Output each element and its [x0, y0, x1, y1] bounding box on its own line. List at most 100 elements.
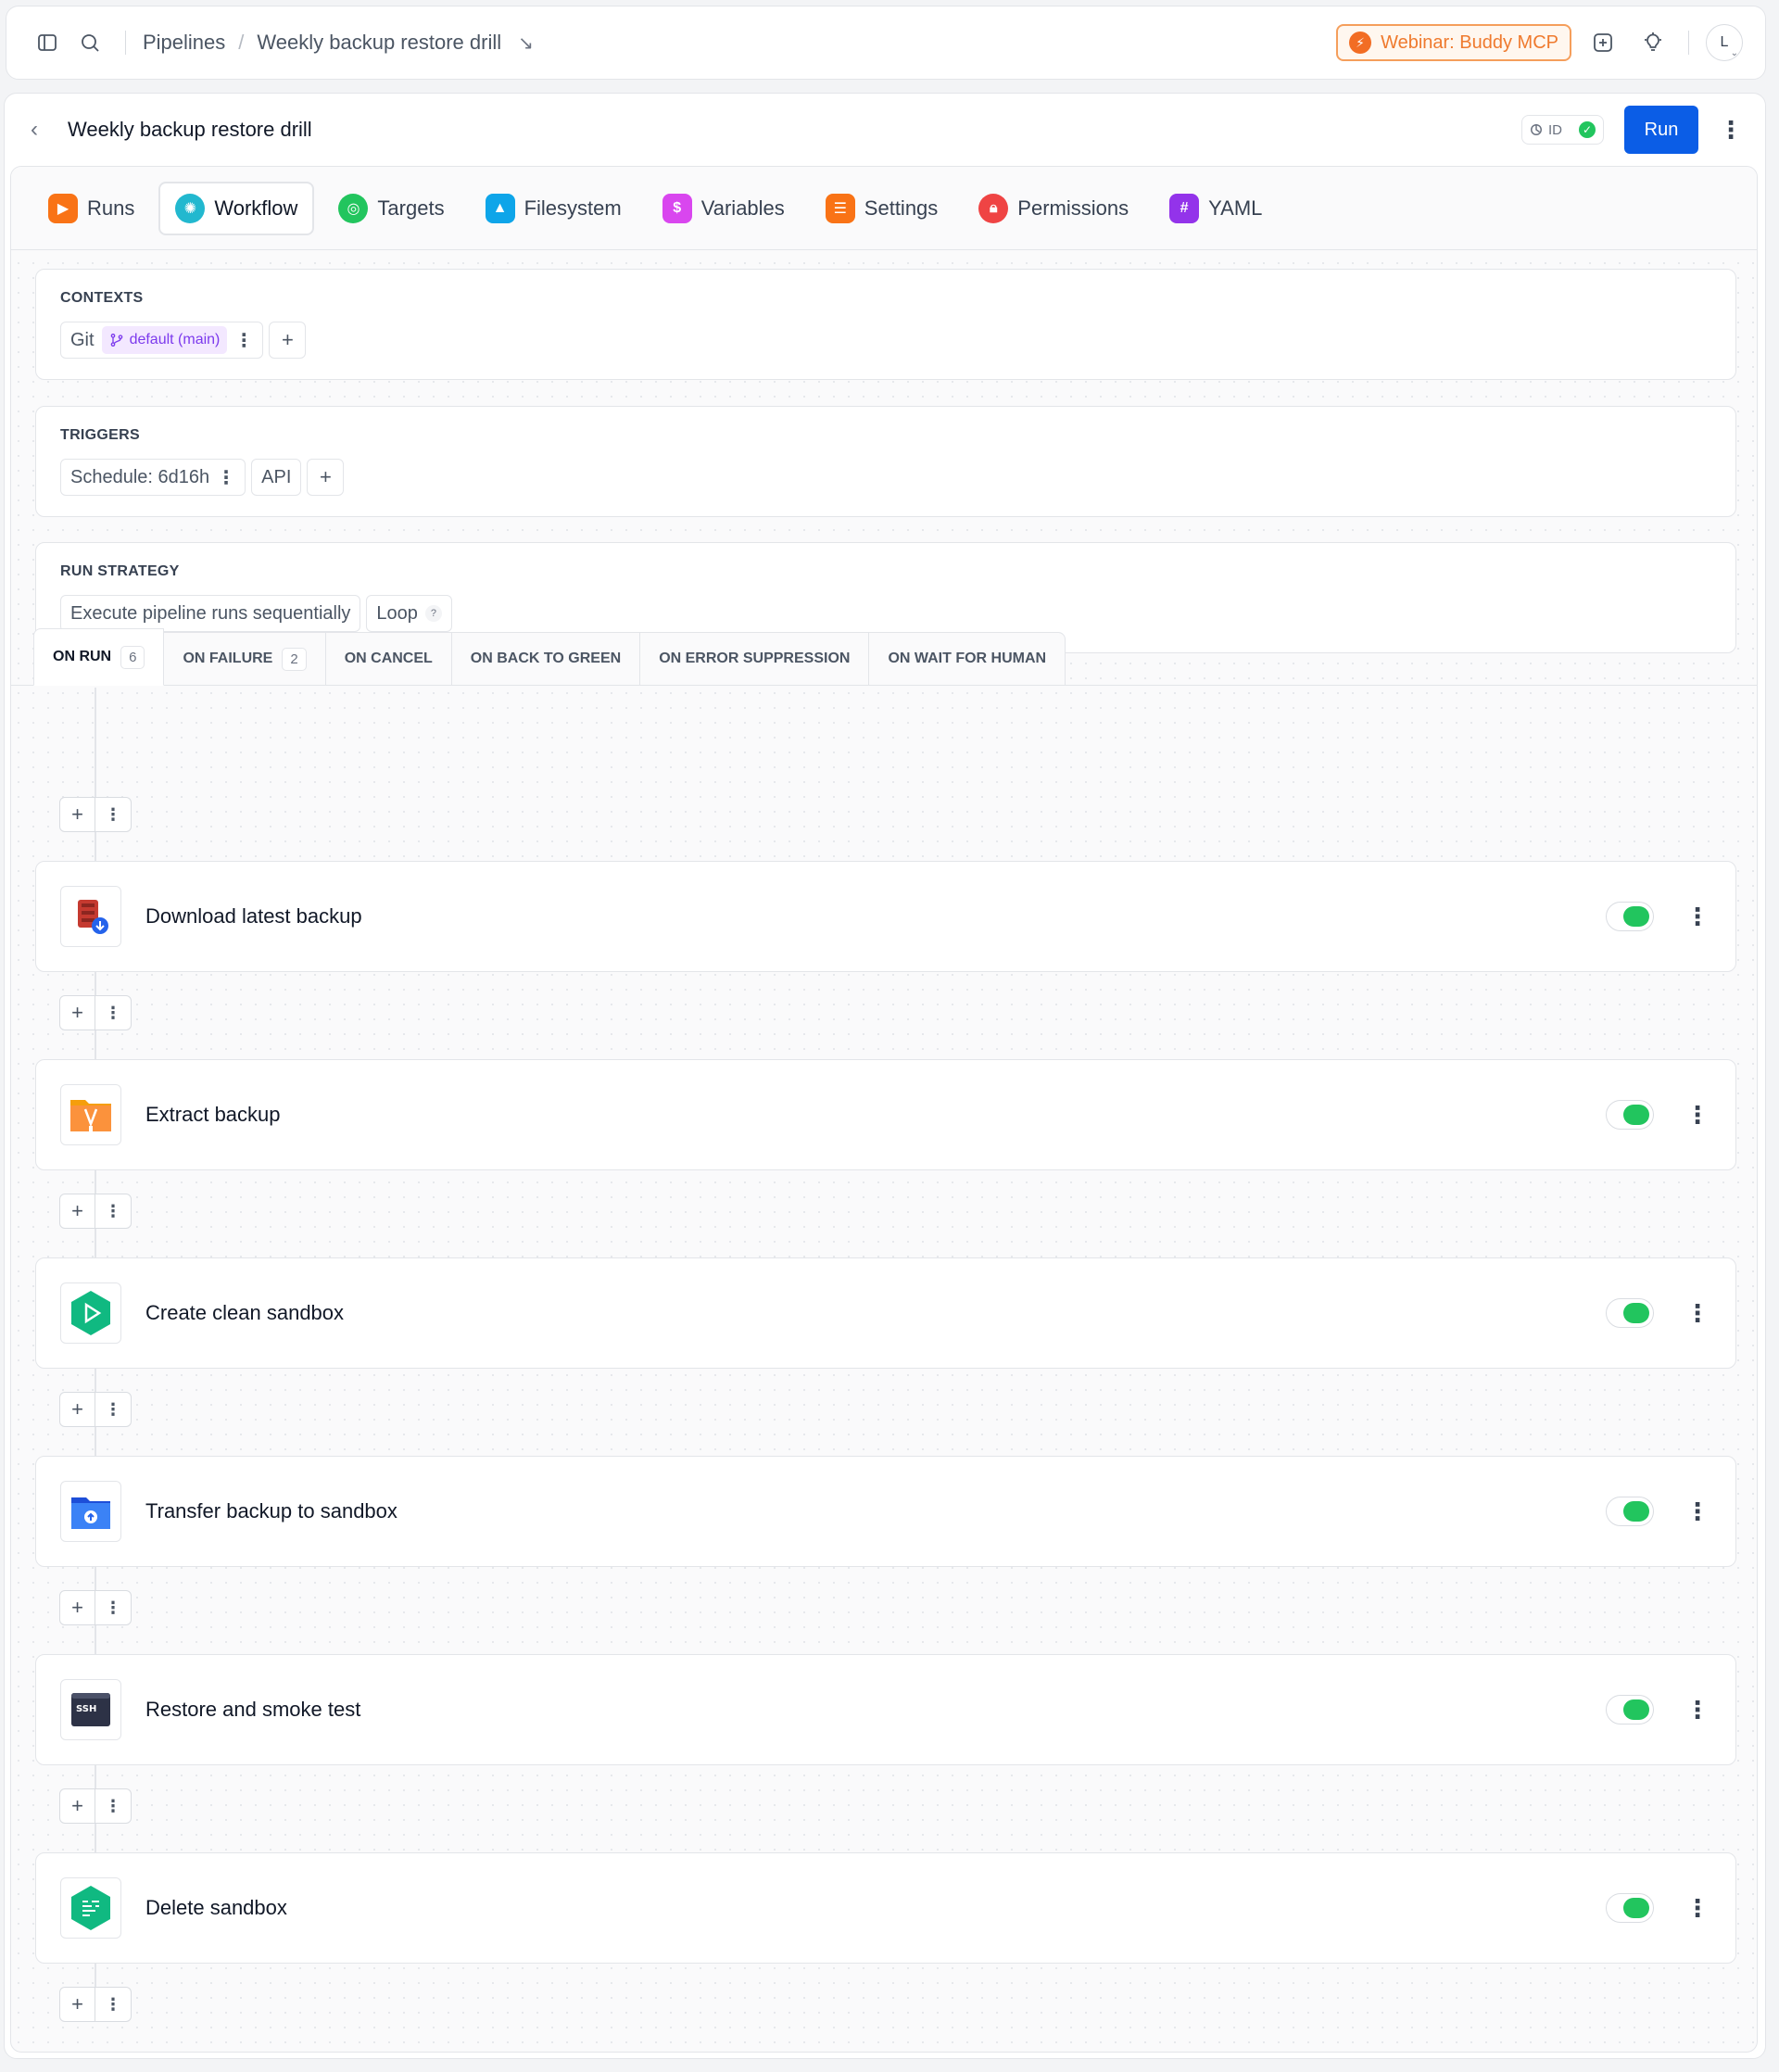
more-options-icon[interactable]: ⋮	[1685, 1698, 1710, 1722]
breadcrumb-separator: /	[238, 31, 245, 54]
toggle-knob	[1623, 1105, 1649, 1125]
s3-download-icon	[60, 886, 121, 947]
webinar-label: Webinar: Buddy MCP	[1381, 32, 1558, 53]
more-options-icon[interactable]: ⋮	[1685, 1103, 1710, 1127]
tab-on-cancel[interactable]: ON CANCEL	[325, 632, 452, 686]
tab-targets[interactable]: ◎ Targets	[322, 182, 461, 235]
branch-name: default (main)	[129, 332, 221, 347]
more-options-icon[interactable]: ⋮	[95, 1591, 131, 1624]
tab-on-wait-for-human[interactable]: ON WAIT FOR HUMAN	[869, 632, 1066, 686]
tab-label: Filesystem	[524, 196, 622, 220]
add-action-button[interactable]: +	[60, 996, 96, 1030]
api-trigger-chip[interactable]: API	[251, 459, 302, 496]
more-options-icon[interactable]: ⋮	[95, 1789, 131, 1823]
id-button[interactable]: ID ✓	[1521, 115, 1604, 145]
action-toggle[interactable]	[1606, 1497, 1654, 1526]
tab-settings[interactable]: ☰ Settings	[809, 182, 955, 235]
branch-badge[interactable]: default (main)	[101, 326, 228, 354]
help-icon[interactable]: ?	[424, 605, 442, 622]
filesystem-icon: ▲	[485, 193, 515, 223]
git-context-chip[interactable]: Git default (main) ⋮	[60, 322, 264, 359]
more-options-icon[interactable]: ⋮	[1719, 118, 1743, 142]
add-action-button[interactable]: +	[60, 1591, 96, 1624]
workflow-area: ▶ Runs ✺ Workflow ◎ Targets ▲ Filesystem…	[10, 166, 1758, 2053]
more-options-icon[interactable]: ⋮	[217, 466, 235, 489]
tab-label: Permissions	[1017, 196, 1129, 220]
settings-icon: ☰	[825, 193, 855, 223]
tab-on-error-suppression[interactable]: ON ERROR SUPPRESSION	[640, 632, 870, 686]
action-toggle[interactable]	[1606, 1695, 1654, 1725]
more-options-icon[interactable]: ⋮	[95, 1194, 131, 1228]
avatar[interactable]: L ⌄	[1706, 24, 1743, 61]
runs-icon: ▶	[48, 193, 78, 223]
toggle-knob	[1623, 1501, 1649, 1522]
tab-label: ON BACK TO GREEN	[470, 651, 622, 666]
arrow-down-right-icon[interactable]: ↘	[518, 32, 534, 55]
add-trigger-button[interactable]: +	[307, 459, 345, 496]
lightbulb-icon[interactable]	[1634, 24, 1672, 61]
tab-label: Settings	[864, 196, 939, 220]
add-action-button[interactable]: +	[60, 798, 96, 831]
action-card[interactable]: Create clean sandbox ⋮	[35, 1257, 1736, 1369]
title-bar: ‹ Weekly backup restore drill ID ✓ Run ⋮	[5, 94, 1765, 166]
add-action-button[interactable]: +	[60, 1194, 96, 1228]
add-action-button[interactable]: +	[60, 1789, 96, 1823]
more-options-icon[interactable]: ⋮	[1685, 904, 1710, 929]
git-label: Git	[70, 329, 95, 350]
tab-permissions[interactable]: 🔒︎ Permissions	[962, 182, 1145, 235]
tab-label: Variables	[700, 196, 785, 220]
breadcrumb-current[interactable]: Weekly backup restore drill	[257, 31, 501, 55]
more-options-icon[interactable]: ⋮	[95, 1393, 131, 1426]
more-options-icon[interactable]: ⋮	[1685, 1499, 1710, 1523]
tab-on-run[interactable]: ON RUN 6	[33, 628, 165, 686]
run-mode-chip[interactable]: Execute pipeline runs sequentially	[60, 595, 361, 632]
more-options-icon[interactable]: ⋮	[95, 798, 131, 831]
workflow-icon: ✺	[175, 193, 206, 223]
action-card[interactable]: SSH Restore and smoke test ⋮	[35, 1654, 1736, 1765]
contexts-section: CONTEXTS Git default (main) ⋮ +	[35, 269, 1736, 380]
more-options-icon[interactable]: ⋮	[234, 329, 253, 352]
more-options-icon[interactable]: ⋮	[95, 1988, 131, 2021]
add-action-button[interactable]: +	[60, 1988, 96, 2021]
action-card[interactable]: Delete sandbox ⋮	[35, 1852, 1736, 1964]
back-chevron-icon[interactable]: ‹	[31, 117, 58, 143]
id-label: ID	[1548, 121, 1562, 138]
add-action-button[interactable]: +	[60, 1393, 96, 1426]
variables-icon: $	[662, 193, 692, 223]
action-toggle[interactable]	[1606, 1298, 1654, 1328]
tab-workflow[interactable]: ✺ Workflow	[158, 181, 315, 235]
tab-runs[interactable]: ▶ Runs	[32, 182, 151, 235]
section-label: CONTEXTS	[60, 290, 144, 306]
tab-filesystem[interactable]: ▲ Filesystem	[469, 182, 638, 235]
breadcrumb-pipelines[interactable]: Pipelines	[143, 31, 225, 55]
copy-icon	[1531, 124, 1542, 135]
add-action-control: + ⋮	[59, 1194, 132, 1229]
more-options-icon[interactable]: ⋮	[1685, 1896, 1710, 1920]
action-name: Extract backup	[145, 1103, 281, 1126]
action-card[interactable]: Download latest backup ⋮	[35, 861, 1736, 972]
action-toggle[interactable]	[1606, 1893, 1654, 1923]
tab-label: ON FAILURE	[183, 651, 273, 666]
sidebar-toggle-icon[interactable]	[29, 24, 66, 61]
tab-variables[interactable]: $ Variables	[646, 182, 801, 235]
more-options-icon[interactable]: ⋮	[95, 996, 131, 1030]
tab-on-failure[interactable]: ON FAILURE 2	[164, 632, 326, 686]
tab-on-back-to-green[interactable]: ON BACK TO GREEN	[451, 632, 641, 686]
tab-yaml[interactable]: # YAML	[1153, 182, 1279, 235]
tab-label: ON RUN	[53, 649, 112, 664]
run-button[interactable]: Run	[1624, 106, 1698, 154]
add-square-icon[interactable]	[1584, 24, 1621, 61]
action-toggle[interactable]	[1606, 902, 1654, 931]
action-card[interactable]: Transfer backup to sandbox ⋮	[35, 1456, 1736, 1567]
add-action-control: + ⋮	[59, 1590, 132, 1625]
loop-chip[interactable]: Loop ?	[366, 595, 452, 632]
more-options-icon[interactable]: ⋮	[1685, 1301, 1710, 1325]
add-context-button[interactable]: +	[269, 322, 307, 359]
tab-label: YAML	[1208, 196, 1263, 220]
sandbox-create-icon	[60, 1282, 121, 1344]
schedule-trigger-chip[interactable]: Schedule: 6d16h ⋮	[60, 459, 246, 496]
action-toggle[interactable]	[1606, 1100, 1654, 1130]
webinar-button[interactable]: ⚡ Webinar: Buddy MCP	[1336, 24, 1571, 61]
action-card[interactable]: Extract backup ⋮	[35, 1059, 1736, 1170]
search-icon[interactable]	[71, 24, 108, 61]
